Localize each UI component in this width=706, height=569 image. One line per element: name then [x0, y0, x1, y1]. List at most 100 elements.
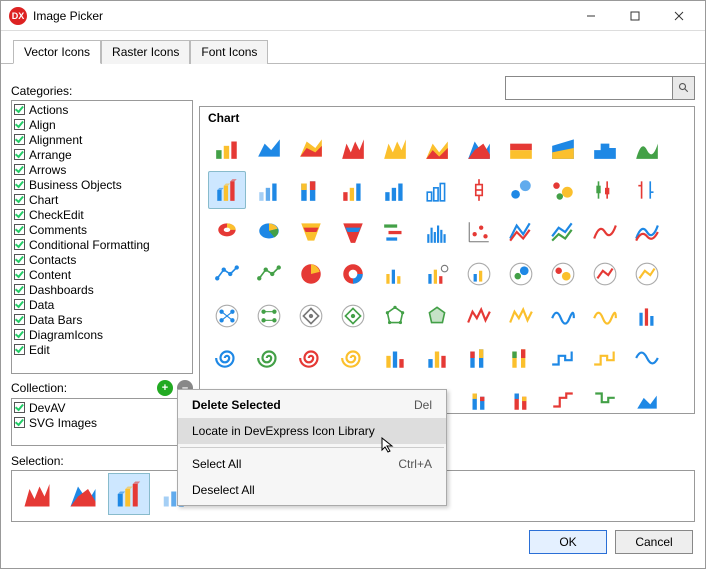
icon-candlestick[interactable]: [586, 171, 624, 209]
icon-step-yellow[interactable]: [586, 339, 624, 377]
icon-network2[interactable]: [250, 297, 288, 335]
collection-item[interactable]: DevAV: [14, 400, 190, 415]
checkbox-icon[interactable]: [14, 149, 25, 160]
icon-candlestick-red[interactable]: [628, 171, 666, 209]
icon-bubble-yellow[interactable]: [544, 171, 582, 209]
icon-line-jag-yellow[interactable]: [502, 297, 540, 335]
icon-pie-red[interactable]: [292, 255, 330, 293]
icon-area-zig-yellow[interactable]: [376, 129, 414, 167]
icon-scatter-xy[interactable]: [460, 213, 498, 251]
ok-button[interactable]: OK: [529, 530, 607, 554]
icon-donut-3d[interactable]: [208, 213, 246, 251]
icon-network1[interactable]: [208, 297, 246, 335]
icon-box-plot[interactable]: [460, 171, 498, 209]
checkbox-icon[interactable]: [14, 299, 25, 310]
checkbox-icon[interactable]: [14, 269, 25, 280]
icon-step-d[interactable]: [586, 381, 624, 414]
category-item[interactable]: Chart: [14, 192, 190, 207]
icon-line-smooth2[interactable]: [628, 213, 666, 251]
icon-diamond-outline[interactable]: [292, 297, 330, 335]
icon-bubble-outline2[interactable]: [544, 255, 582, 293]
category-item[interactable]: Business Objects: [14, 177, 190, 192]
checkbox-icon[interactable]: [14, 417, 25, 428]
icon-bar-outline[interactable]: [418, 171, 456, 209]
checkbox-icon[interactable]: [14, 134, 25, 145]
selection-item[interactable]: [16, 473, 58, 515]
icon-area-flat[interactable]: [250, 129, 288, 167]
search-input[interactable]: [506, 77, 672, 99]
menu-item[interactable]: Locate in DevExpress Icon Library: [178, 418, 446, 444]
icon-pie-3d[interactable]: [250, 213, 288, 251]
icon-bubble[interactable]: [502, 171, 540, 209]
icon-bar-stack-mini[interactable]: [460, 381, 498, 414]
collection-list[interactable]: DevAVSVG Images: [11, 398, 193, 446]
selection-item[interactable]: [108, 473, 150, 515]
icon-bar-grad[interactable]: [250, 171, 288, 209]
icon-bubble-yellow2[interactable]: [586, 255, 624, 293]
icon-radar2[interactable]: [418, 297, 456, 335]
icon-area-two[interactable]: [418, 129, 456, 167]
icon-area-mini[interactable]: [628, 381, 666, 414]
icon-spiral-red[interactable]: [292, 339, 330, 377]
tab-font-icons[interactable]: Font Icons: [190, 40, 268, 64]
category-item[interactable]: Content: [14, 267, 190, 282]
checkbox-icon[interactable]: [14, 179, 25, 190]
selection-item[interactable]: [62, 473, 104, 515]
checkbox-icon[interactable]: [14, 224, 25, 235]
category-item[interactable]: Data Bars: [14, 312, 190, 327]
icon-bar-3col-b[interactable]: [418, 339, 456, 377]
menu-item[interactable]: Select AllCtrl+A: [178, 451, 446, 477]
add-collection-button[interactable]: +: [157, 380, 173, 396]
menu-item[interactable]: Delete SelectedDel: [178, 392, 446, 418]
icon-bar-mini2[interactable]: [418, 255, 456, 293]
category-item[interactable]: Arrows: [14, 162, 190, 177]
checkbox-icon[interactable]: [14, 329, 25, 340]
icon-bar-solid[interactable]: [376, 171, 414, 209]
category-item[interactable]: Conditional Formatting: [14, 237, 190, 252]
icon-spiral-yellow[interactable]: [334, 339, 372, 377]
category-item[interactable]: CheckEdit: [14, 207, 190, 222]
checkbox-icon[interactable]: [14, 344, 25, 355]
icon-bar-outline2[interactable]: [460, 255, 498, 293]
search-button[interactable]: [672, 77, 694, 99]
category-item[interactable]: Edit: [14, 342, 190, 357]
icon-line-multi[interactable]: [544, 213, 582, 251]
icon-area-zig-red[interactable]: [334, 129, 372, 167]
category-item[interactable]: Actions: [14, 102, 190, 117]
checkbox-icon[interactable]: [14, 239, 25, 250]
menu-item[interactable]: Deselect All: [178, 477, 446, 503]
icon-area-cross[interactable]: [460, 129, 498, 167]
icon-line-zig[interactable]: [502, 213, 540, 251]
category-item[interactable]: Align: [14, 117, 190, 132]
category-item[interactable]: Data: [14, 297, 190, 312]
icon-spline-yellow[interactable]: [628, 255, 666, 293]
category-item[interactable]: Contacts: [14, 252, 190, 267]
icon-line-dots-blue[interactable]: [208, 255, 246, 293]
cancel-button[interactable]: Cancel: [615, 530, 693, 554]
icon-bar-stack-b[interactable]: [502, 339, 540, 377]
icon-bar-colored[interactable]: [334, 171, 372, 209]
icon-histogram[interactable]: [418, 213, 456, 251]
icon-area-spline[interactable]: [628, 129, 666, 167]
icon-bar-3col[interactable]: [376, 339, 414, 377]
icon-spiral-green[interactable]: [250, 339, 288, 377]
icon-gantt[interactable]: [376, 213, 414, 251]
icon-line-smooth[interactable]: [586, 213, 624, 251]
icon-bar-3d[interactable]: [208, 171, 246, 209]
category-item[interactable]: Comments: [14, 222, 190, 237]
icon-area-step[interactable]: [586, 129, 624, 167]
checkbox-icon[interactable]: [14, 119, 25, 130]
icon-line-jag-red[interactable]: [460, 297, 498, 335]
icon-area-stacked[interactable]: [502, 129, 540, 167]
icon-diamond-green[interactable]: [334, 297, 372, 335]
checkbox-icon[interactable]: [14, 254, 25, 265]
icon-area-3d[interactable]: [208, 129, 246, 167]
icon-radar[interactable]: [376, 297, 414, 335]
checkbox-icon[interactable]: [14, 104, 25, 115]
tab-raster-icons[interactable]: Raster Icons: [101, 40, 190, 64]
icon-bar-mini[interactable]: [376, 255, 414, 293]
icon-step-c[interactable]: [544, 381, 582, 414]
checkbox-icon[interactable]: [14, 194, 25, 205]
icon-bar-stack-3d[interactable]: [292, 171, 330, 209]
icon-grid[interactable]: [208, 129, 686, 414]
